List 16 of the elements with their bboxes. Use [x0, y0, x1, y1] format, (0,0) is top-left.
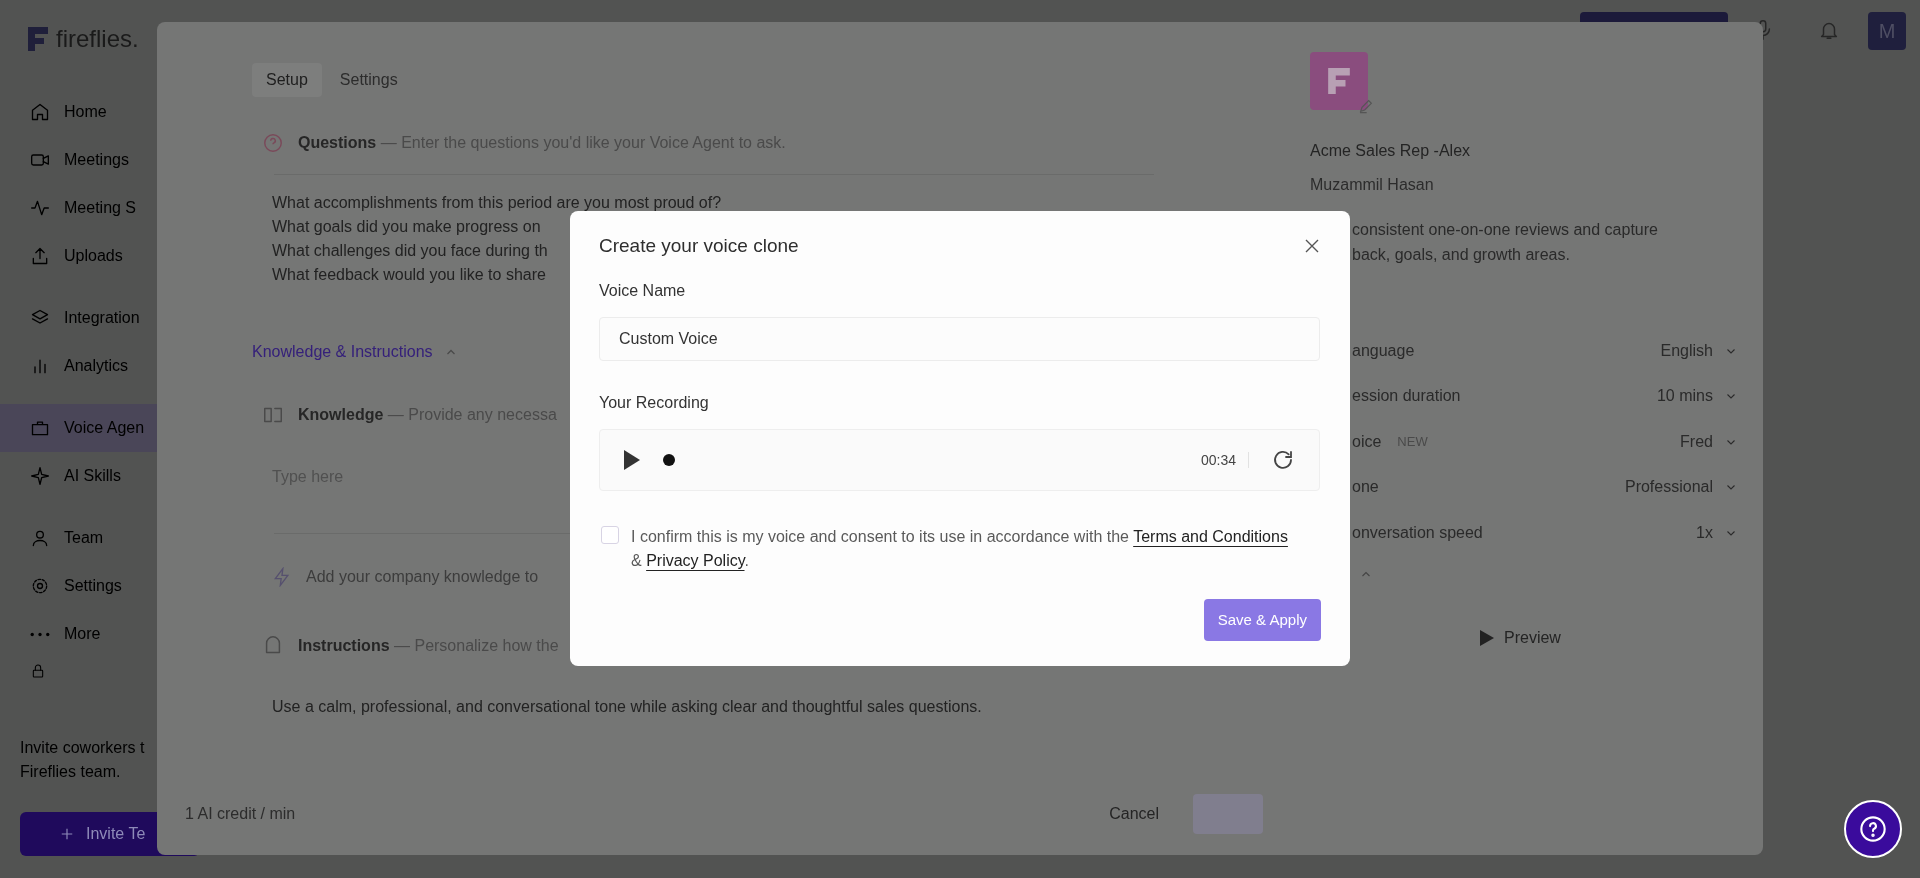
field-label: Your Recording	[599, 393, 710, 413]
app-logo-text: fireflies.	[56, 24, 139, 54]
knowledge-tip: Add your company knowledge to	[306, 567, 539, 587]
agent-name: Acme Sales Rep -Alex	[1310, 141, 1472, 161]
field-label: Voice Name	[599, 281, 687, 301]
consent-text: I confirm this is my voice and consent to its use in accordance with the Terms and Conditions & Privacy Policy.	[631, 527, 1289, 571]
agent-owner: Muzammil Hasan	[1310, 175, 1435, 195]
dialog-title: Create your voice clone	[599, 233, 799, 258]
setting-label: onversation speed	[1352, 522, 1483, 543]
setting-label: ession duration	[1352, 386, 1461, 407]
setting-label: one	[1352, 477, 1379, 498]
setting-label: anguage	[1352, 340, 1415, 361]
invite-text: Invite coworkers t Fireflies team.	[19, 738, 146, 782]
agent-description: consistent one-on-one reviews and capture back, goals, and growth areas.	[1352, 220, 1658, 265]
duration-text: 00:34	[1200, 450, 1236, 470]
setting-label: oice	[1352, 431, 1382, 452]
